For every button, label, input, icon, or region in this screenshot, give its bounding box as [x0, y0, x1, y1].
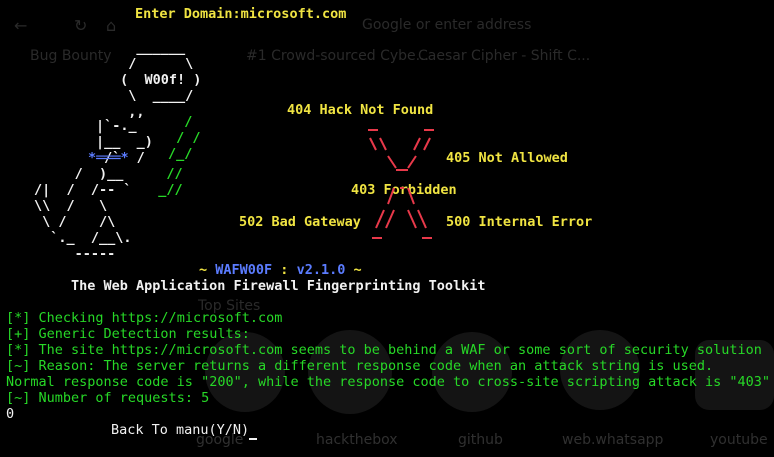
code-404: 404 Hack Not Found	[287, 102, 434, 118]
output-line: [~] Reason: The server returns a differe…	[6, 358, 713, 374]
dog-collar: *═══*	[88, 150, 129, 166]
output-text: Reason: The server returns a different r…	[30, 358, 714, 374]
dog-body: / )__ /| / /-- ` \\ / \ \ / /\ `._ /__\.…	[34, 166, 132, 262]
red-x-ascii-icon	[368, 129, 434, 239]
x-segment	[385, 209, 395, 229]
title-name: WAFW00F	[215, 262, 273, 278]
domain-prompt: Enter Domain:microsoft.com	[135, 6, 346, 22]
logo-text: W00f!	[144, 72, 186, 88]
output-text: Normal response code is "200", while the…	[6, 374, 771, 390]
x-segment	[417, 209, 427, 229]
output-text: Checking https://microsoft.com	[30, 310, 283, 326]
code-502: 502 Bad Gateway	[239, 214, 361, 230]
dog-ear: / / / /_/	[168, 114, 201, 162]
x-segment	[407, 155, 417, 169]
output-text: The site https://microsoft.com seems to …	[30, 342, 762, 358]
domain-prompt-label: Enter Domain:	[135, 6, 241, 22]
output-text: Generic Detection results:	[30, 326, 250, 342]
x-segment	[387, 187, 395, 205]
code-405: 405 Not Allowed	[446, 150, 568, 166]
output-line: [*] The site https://microsoft.com seems…	[6, 342, 762, 358]
x-segment	[413, 137, 421, 151]
title-tilde-left: ~	[199, 262, 216, 278]
x-segment	[387, 155, 397, 169]
title-separator: :	[272, 262, 297, 278]
output-prefix: [~]	[6, 358, 31, 374]
output-prefix: [*]	[6, 310, 31, 326]
title-version: v2.1.0	[296, 262, 346, 278]
x-segment	[375, 209, 385, 229]
x-segment	[423, 137, 431, 151]
output-prefix: [~]	[6, 390, 31, 406]
tool-subtitle: The Web Application Firewall Fingerprint…	[71, 278, 486, 294]
output-line: [+] Generic Detection results:	[6, 326, 250, 342]
back-prompt-text: Back To manu(Y/N)	[111, 422, 250, 438]
output-text: Number of requests: 5	[30, 390, 210, 406]
x-segment	[407, 209, 417, 229]
output-line: [~] Number of requests: 5	[6, 390, 209, 406]
domain-prompt-value: microsoft.com	[240, 6, 347, 22]
output-line: Normal response code is "200", while the…	[6, 374, 770, 390]
back-prompt[interactable]: Back To manu(Y/N)	[111, 422, 258, 440]
output-prefix: [*]	[6, 342, 31, 358]
x-segment	[369, 137, 377, 151]
output-prefix: [+]	[6, 326, 31, 342]
terminal-window[interactable]: Enter Domain:microsoft.com ______ / \ ( …	[0, 0, 774, 457]
code-500: 500 Internal Error	[446, 214, 593, 230]
dog-tail: // _//	[158, 166, 183, 198]
x-segment	[407, 187, 415, 205]
exit-code: 0	[6, 406, 15, 422]
title-tilde-right: ~	[345, 262, 362, 278]
text-cursor	[249, 422, 258, 440]
output-line: [*] Checking https://microsoft.com	[6, 310, 282, 326]
tool-title: ~ WAFW00F : v2.1.0 ~	[199, 262, 362, 278]
logo-hexagon: ______ / \ ( W00f! ) \ ____/ ,,	[120, 40, 202, 120]
x-segment	[379, 137, 387, 151]
